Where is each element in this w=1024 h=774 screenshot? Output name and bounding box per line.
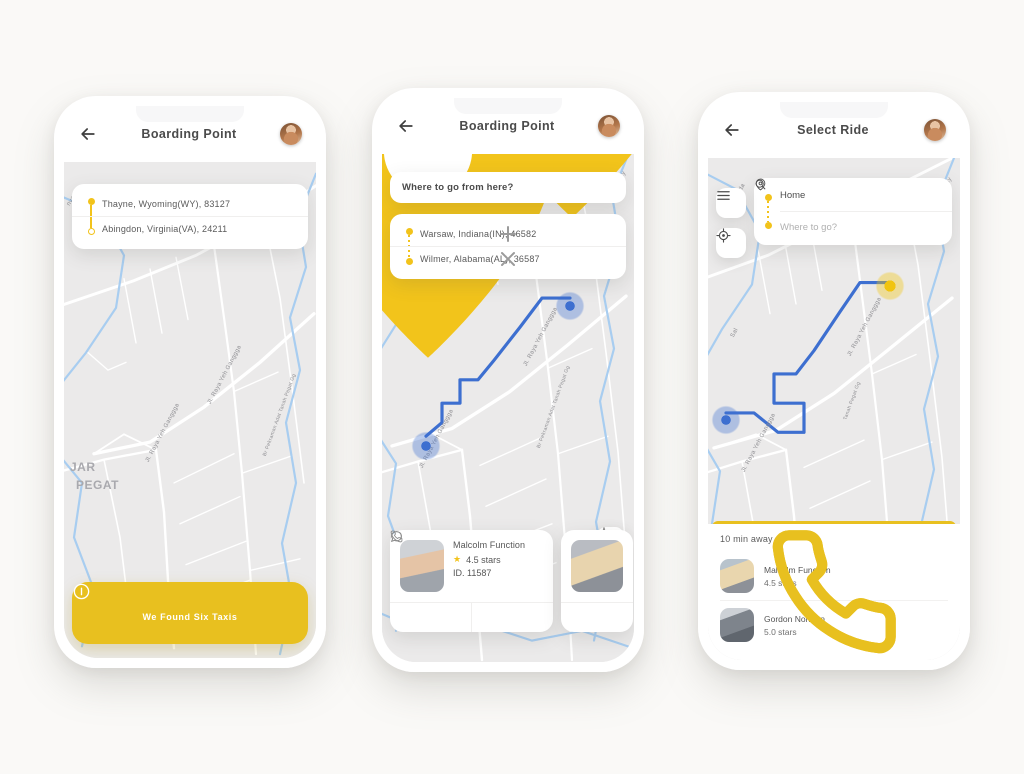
phone-notch <box>136 106 244 122</box>
driver-card-actions <box>390 530 553 632</box>
driver-card[interactable] <box>391 530 633 632</box>
driver-name: Malcolm Function <box>453 540 526 550</box>
menu-button[interactable] <box>716 188 746 218</box>
search-input[interactable]: Where to go from here? <box>390 172 626 203</box>
arrow-left-icon[interactable] <box>722 120 742 140</box>
arrow-left-icon[interactable] <box>396 116 416 136</box>
list-item[interactable]: Gordon Norman 5.0 stars <box>720 530 948 654</box>
arrow-left-icon[interactable] <box>78 124 98 144</box>
driver-card-list: Malcolm Function ★ 4.5 stars ID. 11587 <box>390 530 634 632</box>
found-taxis-button[interactable]: We Found Six Taxis <box>72 582 308 644</box>
nav-row-destination-search[interactable]: Where to go? <box>755 179 952 243</box>
call-button[interactable] <box>390 530 553 632</box>
chat-button[interactable] <box>390 531 471 632</box>
driver-card-body <box>561 530 633 602</box>
phone-notch <box>780 102 888 118</box>
star-icon: ★ <box>453 554 462 564</box>
map-canvas[interactable]: Jl. Raya Yeh Ganggga Jl. Raya Yeh Ganggg… <box>382 154 634 662</box>
nav-row-home[interactable]: Home <box>755 178 952 211</box>
driver-id: ID. 11587 <box>453 568 492 578</box>
avatar[interactable] <box>280 123 302 145</box>
crosshair-icon <box>716 228 731 243</box>
origin-dot-icon <box>764 194 772 201</box>
address-row-destination[interactable]: Abingdon, Virginia(VA), 24211 <box>72 216 308 241</box>
address-text: Abingdon, Virginia(VA), 24211 <box>102 224 228 234</box>
found-taxis-label: We Found Six Taxis <box>142 612 238 622</box>
destination-glow-marker[interactable] <box>875 271 905 301</box>
chat-button[interactable] <box>391 531 633 632</box>
phone-screen: Boarding Point <box>382 98 634 662</box>
address-card: Warsaw, Indiana(IN), 46582 Wilmer, Alaba… <box>390 214 626 279</box>
page-title: Boarding Point <box>459 119 555 133</box>
phone-screen: Boarding Point <box>64 106 316 658</box>
ride-sheet: 10 min away Malcolm Function 4.5 stars G… <box>708 524 960 660</box>
locate-me-button[interactable] <box>716 228 746 258</box>
plus-icon[interactable] <box>390 222 626 246</box>
driver-details: Malcolm Function ★ 4.5 stars ID. 11587 <box>453 540 525 592</box>
page-title: Boarding Point <box>141 127 237 141</box>
chat-icon <box>391 531 402 542</box>
phone-icon[interactable] <box>708 524 960 660</box>
page-title: Select Ride <box>797 123 869 137</box>
address-card: Thayne, Wyoming(WY), 83127 Abingdon, Vir… <box>72 184 308 249</box>
driver-card-actions <box>391 531 633 632</box>
nav-home-label: Home <box>780 190 806 201</box>
address-row-destination[interactable]: Wilmer, Alabama(AL), 36587 <box>390 246 626 271</box>
search-icon <box>755 179 766 190</box>
avatar[interactable] <box>924 119 946 141</box>
map-canvas[interactable]: JAR PEGAT Jl. Raya Yeh Ganggga Jl. Raya … <box>64 162 316 658</box>
phone-notch <box>454 98 562 114</box>
nav-destination-placeholder: Where to go? <box>780 222 838 233</box>
address-row-origin[interactable]: Thayne, Wyoming(WY), 83127 <box>72 192 308 216</box>
driver-photo <box>571 540 623 592</box>
address-row-origin[interactable]: Warsaw, Indiana(IN), 46582 <box>390 222 626 246</box>
driver-card[interactable]: Malcolm Function ★ 4.5 stars ID. 11587 <box>390 530 553 632</box>
rail-dotted-line <box>767 201 769 222</box>
driver-rating: ★ 4.5 stars <box>453 554 525 565</box>
navigation-card: Home Where to go? <box>754 178 952 245</box>
current-location-marker[interactable] <box>711 405 741 435</box>
driver-photo <box>400 540 444 592</box>
route-rail <box>764 194 772 229</box>
map-canvas[interactable]: Jl. Raya Yeh Ganggga Jl. Raya Yeh Ganggg… <box>708 158 960 660</box>
close-icon[interactable] <box>390 247 626 271</box>
driver-card-body: Malcolm Function ★ 4.5 stars ID. 11587 <box>390 530 553 602</box>
avatar[interactable] <box>598 115 620 137</box>
driver-rating-text: 4.5 stars <box>466 554 501 565</box>
address-text: Thayne, Wyoming(WY), 83127 <box>102 199 231 209</box>
phone-screen: Select Ride Jl. Raya Yeh Ganggga Jl. Ray… <box>708 102 960 660</box>
phone-mockup-boarding-point-found: Boarding Point JAR PEGAT Jl. Raya Yeh Ga… <box>54 96 326 668</box>
destination-dot-icon <box>764 222 772 229</box>
info-circle-icon <box>73 583 90 600</box>
phone-mockup-select-ride: Select Ride Jl. Raya Yeh Ganggga Jl. Ray… <box>698 92 970 670</box>
menu-icon <box>717 191 730 200</box>
phone-mockup-boarding-point-search: Boarding Point Jl. Raya Yeh Ganggga Jl. … <box>372 88 644 672</box>
